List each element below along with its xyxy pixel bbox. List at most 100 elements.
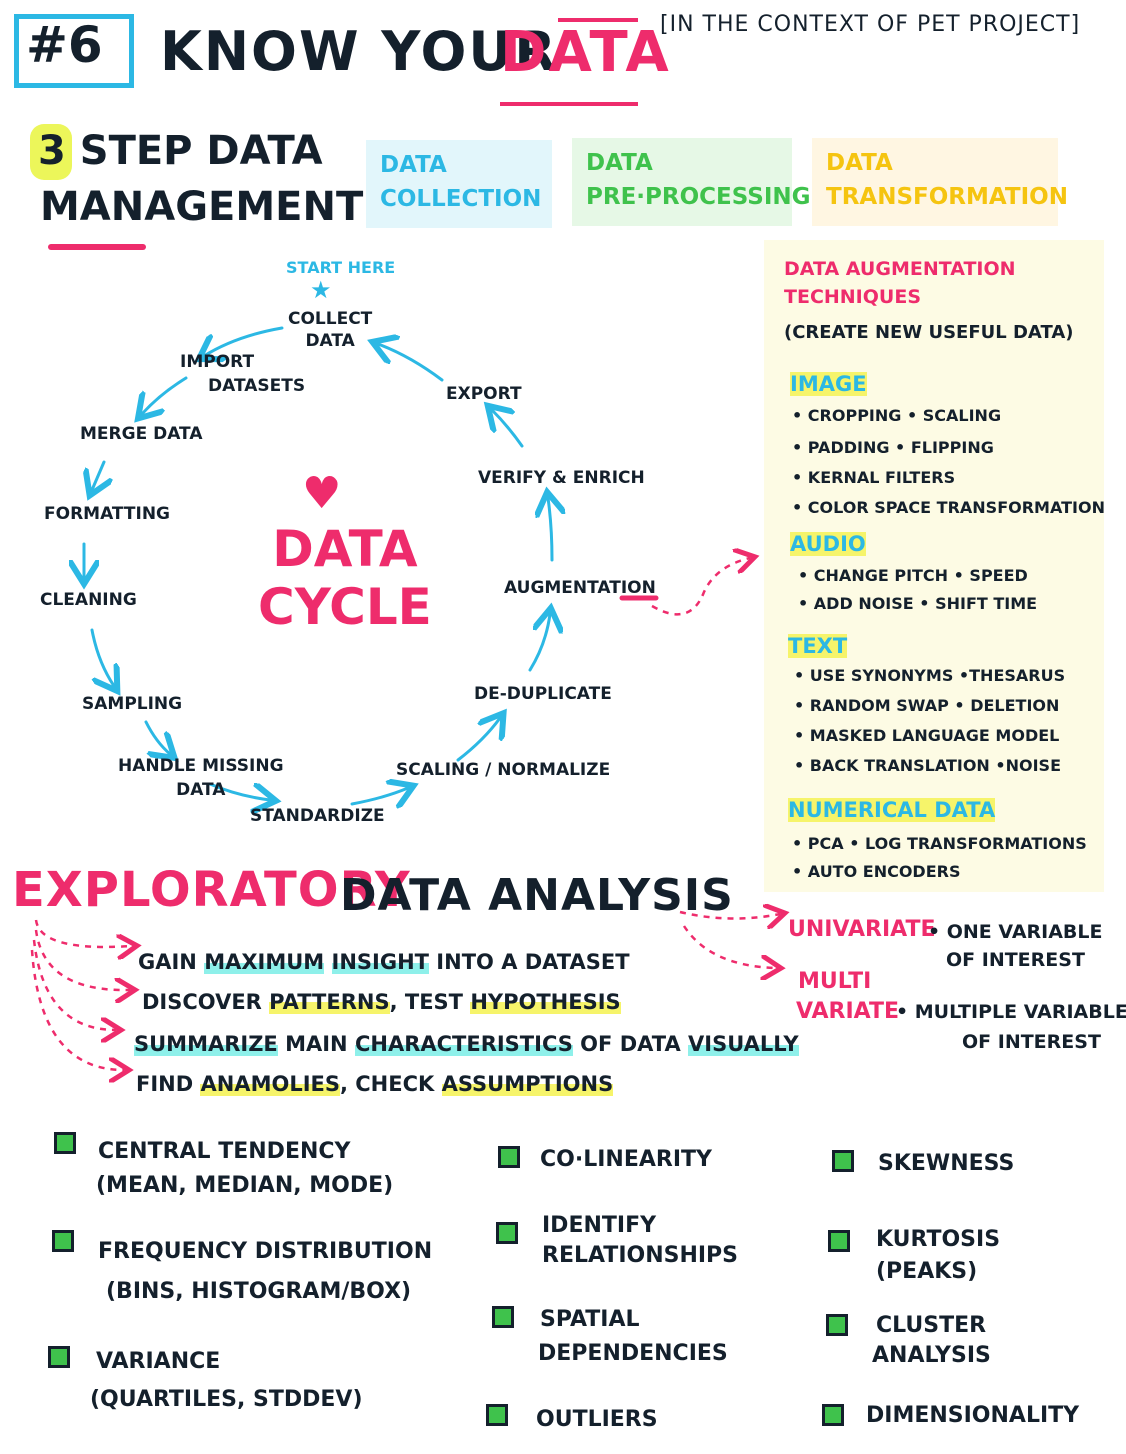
goal-highlight: CHARACTERISTICS	[354, 1032, 573, 1056]
cycle-node-collect: COLLECT DATA	[288, 308, 372, 352]
cycle-node-augmentation: AUGMENTATION	[504, 578, 656, 598]
multivariate-desc: OF INTEREST	[962, 1031, 1101, 1053]
checkbox-icon[interactable]	[496, 1222, 518, 1244]
augmentation-item: • AUTO ENCODERS	[792, 862, 961, 881]
eda-multivariate-arrow	[682, 925, 776, 968]
eda-goal-arrow	[30, 949, 124, 1070]
goal-text: , TEST	[389, 990, 471, 1014]
checkbox-icon[interactable]	[52, 1230, 74, 1252]
augmentation-category-numerical: NUMERICAL DATA	[788, 798, 996, 822]
checklist-item-label: OUTLIERS	[536, 1407, 658, 1432]
checkbox-icon[interactable]	[826, 1314, 848, 1336]
category-label: IMAGE	[790, 372, 867, 396]
cycle-node-verify: VERIFY & ENRICH	[478, 468, 645, 488]
cycle-arrow	[528, 614, 550, 672]
checklist-item-label: KURTOSIS	[876, 1227, 1001, 1252]
augmentation-item: • PCA • LOG TRANSFORMATIONS	[792, 834, 1087, 853]
goal-highlight: ASSUMPTIONS	[441, 1072, 614, 1096]
checkbox-icon[interactable]	[498, 1146, 520, 1168]
checkbox-icon[interactable]	[822, 1404, 844, 1426]
checklist-item-label: VARIANCE	[96, 1349, 221, 1374]
goal-text	[324, 950, 331, 974]
cycle-node-scaling: SCALING / NORMALIZE	[396, 760, 611, 780]
category-label: NUMERICAL DATA	[788, 798, 996, 822]
eda-goal-arrow	[32, 939, 116, 1030]
checklist-item-sub: ANALYSIS	[872, 1343, 991, 1368]
augmentation-category-text: TEXT	[788, 634, 848, 658]
cycle-title-line: CYCLE	[258, 578, 432, 636]
goal-highlight: MAXIMUM	[204, 950, 325, 974]
checklist-item-label: SKEWNESS	[878, 1151, 1015, 1176]
univariate-desc: OF INTEREST	[946, 949, 1085, 971]
cycle-arrow	[492, 410, 524, 448]
checkbox-icon[interactable]	[54, 1132, 76, 1154]
augmentation-item: • KERNAL FILTERS	[792, 468, 956, 487]
multivariate-label: VARIATE	[796, 999, 900, 1024]
goal-highlight: ANAMOLIES	[200, 1072, 340, 1096]
cycle-node-sampling: SAMPLING	[82, 694, 183, 714]
goal-highlight: INSIGHT	[331, 950, 429, 974]
goal-highlight: PATTERNS	[269, 990, 390, 1014]
cycle-node-standardize: STANDARDIZE	[250, 806, 385, 826]
augmentation-item: • MASKED LANGUAGE MODEL	[794, 726, 1060, 745]
cycle-node-label: HANDLE MISSING	[118, 756, 284, 776]
checklist-item-label: SPATIAL	[540, 1307, 640, 1332]
goal-highlight: VISUALLY	[688, 1032, 799, 1056]
eda-goal: DISCOVER PATTERNS, TEST HYPOTHESIS	[142, 990, 621, 1014]
goal-text: MAIN	[277, 1032, 355, 1056]
goal-highlight: SUMMARIZE	[134, 1032, 278, 1056]
augmentation-title-line2: TECHNIQUES	[784, 286, 921, 308]
checklist-item-sub: (QUARTILES, STDDEV)	[90, 1387, 363, 1412]
heart-icon: ♥	[302, 468, 342, 519]
augmentation-item: • RANDOM SWAP • DELETION	[794, 696, 1060, 715]
checklist-item-sub: (PEAKS)	[876, 1259, 978, 1284]
checkbox-icon[interactable]	[832, 1150, 854, 1172]
checklist-item-label: DIMENSIONALITY	[866, 1403, 1080, 1428]
cycle-node-dedup: DE-DUPLICATE	[474, 684, 612, 704]
cycle-arrow	[456, 718, 500, 762]
goal-text: INTO A DATASET	[429, 950, 630, 974]
augmentation-item: • ADD NOISE • SHIFT TIME	[798, 594, 1038, 613]
univariate-label: UNIVARIATE	[788, 917, 936, 942]
augmentation-item: • CHANGE PITCH • SPEED	[798, 566, 1028, 585]
cycle-node-import: IMPORT DATASETS	[180, 350, 305, 398]
star-icon: ★	[310, 276, 332, 304]
univariate-desc: • ONE VARIABLE	[928, 921, 1103, 943]
checklist-item-label: CO·LINEARITY	[540, 1147, 712, 1172]
cycle-node-label: DATASETS	[208, 376, 306, 396]
cycle-arrow	[144, 720, 170, 754]
cycle-node-label: DATA	[305, 331, 355, 351]
augmentation-item: • USE SYNONYMS •THESARUS	[794, 666, 1066, 685]
cycle-node-label: DATA	[176, 780, 226, 800]
checklist-item-label: IDENTIFY	[542, 1213, 657, 1238]
augmentation-title-line1: DATA AUGMENTATION	[784, 258, 1016, 280]
goal-text: , CHECK	[339, 1072, 442, 1096]
cycle-arrow	[548, 498, 552, 562]
augmentation-category-audio: AUDIO	[790, 532, 866, 556]
checkbox-icon[interactable]	[486, 1404, 508, 1426]
augmentation-item: • COLOR SPACE TRANSFORMATION	[792, 498, 1105, 517]
eda-goal-arrow	[34, 919, 132, 947]
augmentation-item: • CROPPING • SCALING	[792, 406, 1002, 425]
goal-text: DISCOVER	[142, 990, 270, 1014]
augmentation-link-arrow	[651, 558, 750, 616]
cycle-arrow	[92, 460, 104, 490]
cycle-node-export: EXPORT	[446, 384, 522, 404]
cycle-node-label: IMPORT	[180, 352, 255, 372]
eda-goal: FIND ANAMOLIES, CHECK ASSUMPTIONS	[136, 1072, 614, 1096]
cycle-title: DATA CYCLE	[258, 520, 432, 636]
cycle-node-formatting: FORMATTING	[44, 504, 170, 524]
checkbox-icon[interactable]	[828, 1230, 850, 1252]
checklist-item-sub: RELATIONSHIPS	[542, 1243, 739, 1268]
goal-text: GAIN	[138, 950, 205, 974]
checkbox-icon[interactable]	[48, 1346, 70, 1368]
checklist-item-label: CLUSTER	[876, 1313, 987, 1338]
start-here-label: START HERE	[286, 258, 396, 277]
checklist-item-sub: (MEAN, MEDIAN, MODE)	[96, 1173, 394, 1198]
cycle-node-cleaning: CLEANING	[40, 590, 137, 610]
augmentation-category-image: IMAGE	[790, 372, 867, 396]
checkbox-icon[interactable]	[492, 1306, 514, 1328]
cycle-arrow	[90, 628, 114, 686]
cycle-node-merge: MERGE DATA	[80, 424, 203, 444]
goal-highlight: HYPOTHESIS	[470, 990, 621, 1014]
